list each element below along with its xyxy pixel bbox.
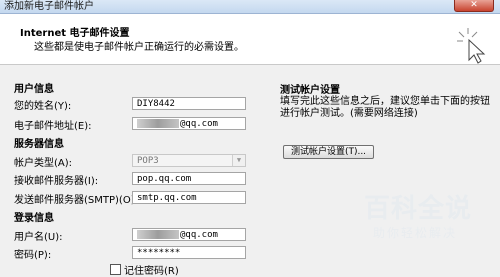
- email-field[interactable]: @qq.com: [132, 117, 246, 130]
- watermark-subtitle: 助你轻松解决: [373, 226, 458, 240]
- account-type-label: 帐户类型(A):: [14, 158, 73, 169]
- title-bar: 添加新电子邮件帐户 ✕: [0, 0, 500, 14]
- password-value: ********: [137, 248, 181, 258]
- name-field[interactable]: DIY8442: [132, 97, 246, 110]
- incoming-server-field[interactable]: pop.qq.com: [132, 172, 246, 185]
- password-label: 密码(P):: [14, 250, 52, 261]
- username-value: @qq.com: [180, 230, 218, 240]
- name-label: 您的姓名(Y):: [14, 101, 72, 112]
- incoming-server-value: pop.qq.com: [137, 174, 192, 184]
- password-field[interactable]: ********: [132, 246, 246, 259]
- header-panel: Internet 电子邮件设置 这些都是使电子邮件帐户正确运行的必需设置。: [0, 14, 500, 65]
- account-type-dropdown[interactable]: POP3 ▼: [132, 154, 246, 167]
- test-section-title: 测试帐户设置: [280, 85, 340, 96]
- server-info-section: 服务器信息: [14, 139, 64, 150]
- email-label: 电子邮件地址(E):: [14, 121, 92, 132]
- test-account-settings-button[interactable]: 测试帐户设置(T)...: [283, 145, 374, 159]
- close-button[interactable]: ✕: [454, 0, 494, 12]
- window-title: 添加新电子邮件帐户: [4, 1, 94, 12]
- user-info-section: 用户信息: [14, 84, 54, 95]
- outgoing-server-value: smtp.qq.com: [137, 193, 197, 203]
- chevron-down-icon: ▼: [232, 155, 245, 166]
- remember-password-label: 记住密码(R): [124, 266, 179, 277]
- watermark: 百科全说 助你轻松解决: [346, 188, 496, 248]
- mouse-pointer-icon: [457, 28, 486, 64]
- redacted-mask: [137, 230, 179, 239]
- account-type-value: POP3: [137, 156, 159, 166]
- watermark-title: 百科全说: [364, 194, 473, 224]
- header-subtitle: 这些都是使电子邮件帐户正确运行的必需设置。: [34, 42, 244, 53]
- redacted-mask: [137, 119, 179, 128]
- incoming-server-label: 接收邮件服务器(I):: [14, 176, 99, 187]
- name-value: DIY8442: [137, 99, 175, 109]
- email-value: @qq.com: [180, 119, 218, 129]
- outgoing-server-field[interactable]: smtp.qq.com: [132, 191, 246, 204]
- login-info-section: 登录信息: [14, 213, 54, 224]
- remember-password-checkbox[interactable]: [110, 264, 121, 275]
- header-title: Internet 电子邮件设置: [20, 28, 130, 39]
- outgoing-server-label: 发送邮件服务器(SMTP)(O):: [14, 195, 138, 206]
- test-description: 填写完此这些信息之后，建议您单击下面的按钮进行帐户测试。(需要网络连接): [280, 96, 490, 119]
- username-label: 用户名(U):: [14, 232, 63, 243]
- username-field[interactable]: @qq.com: [132, 228, 246, 241]
